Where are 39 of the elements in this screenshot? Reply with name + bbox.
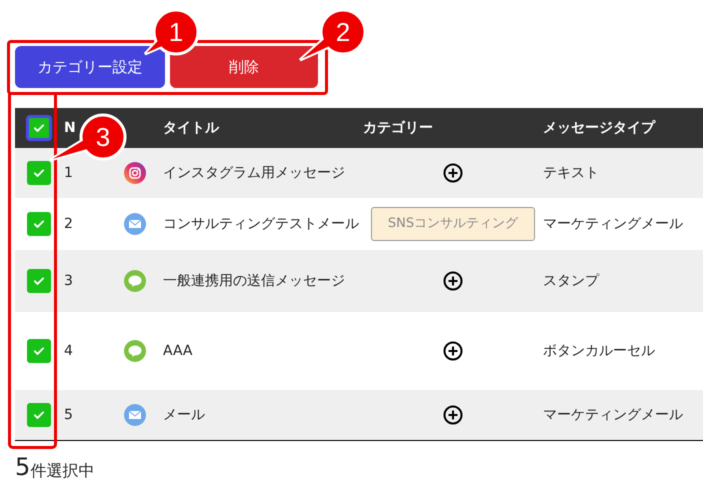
- envelope-icon: [124, 213, 146, 235]
- message-type: マーケティングメール: [543, 406, 683, 422]
- delete-button[interactable]: 削除: [170, 46, 318, 88]
- message-title: メール: [163, 406, 205, 422]
- selection-count: 5: [15, 455, 30, 479]
- row-number: 2: [64, 216, 73, 232]
- row-number: 3: [64, 272, 73, 288]
- envelope-icon: [124, 404, 146, 426]
- row-number: 1: [64, 164, 73, 180]
- message-type: マーケティングメール: [543, 216, 683, 232]
- add-icon[interactable]: [443, 341, 463, 361]
- message-title: 一般連携用の送信メッセージ: [163, 272, 345, 288]
- message-title: コンサルティングテストメール: [163, 216, 359, 232]
- selection-label: 件選択中: [30, 463, 94, 479]
- message-title: AAA: [163, 342, 193, 358]
- add-icon[interactable]: [443, 163, 463, 183]
- add-icon[interactable]: [443, 405, 463, 425]
- category-button[interactable]: カテゴリー設定: [15, 46, 165, 88]
- camera-icon: [124, 162, 146, 184]
- row-number: 4: [64, 342, 73, 358]
- column-header: カテゴリー: [363, 120, 433, 136]
- message-type: テキスト: [543, 164, 599, 180]
- checkbox[interactable]: [27, 161, 51, 185]
- checkbox[interactable]: [27, 339, 51, 363]
- category-tag: SNSコンサルティング: [371, 207, 535, 241]
- checkbox[interactable]: [27, 269, 51, 293]
- add-icon[interactable]: [443, 271, 463, 291]
- chat-bubble-icon: [124, 340, 146, 362]
- chat-bubble-icon: [124, 270, 146, 292]
- column-header: タイトル: [163, 120, 219, 136]
- message-type: ボタンカルーセル: [543, 342, 655, 358]
- column-header: N: [64, 120, 76, 136]
- message-title: インスタグラム用メッセージ: [163, 164, 345, 180]
- message-type: スタンプ: [543, 272, 599, 288]
- checkbox[interactable]: [26, 115, 52, 141]
- checkbox[interactable]: [27, 403, 51, 427]
- checkbox[interactable]: [27, 212, 51, 236]
- column-header: メッセージタイプ: [543, 120, 655, 136]
- row-number: 5: [64, 406, 73, 422]
